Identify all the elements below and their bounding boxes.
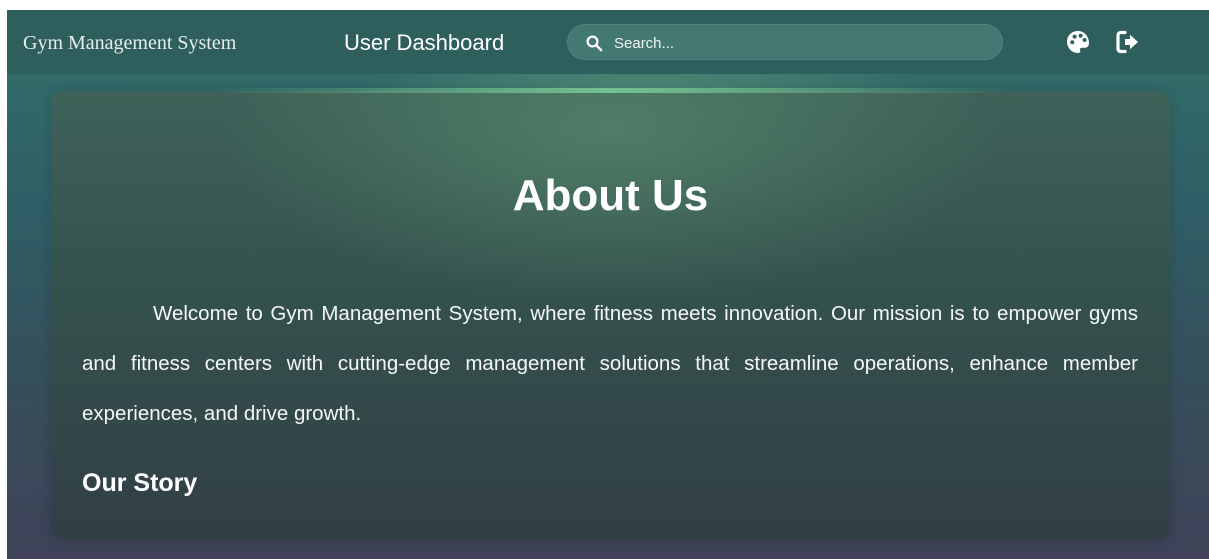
page-title: About Us — [512, 171, 709, 220]
palette-icon[interactable] — [1065, 29, 1091, 55]
search-input[interactable] — [612, 25, 996, 61]
search-icon — [586, 35, 603, 52]
our-story-heading: Our Story — [82, 469, 198, 497]
card-accent-line — [211, 88, 1011, 93]
user-dashboard-link[interactable]: User Dashboard — [344, 30, 504, 56]
page-frame: Gym Management System User Dashboard Abo… — [7, 10, 1209, 559]
about-card: About Us Welcome to Gym Management Syste… — [51, 88, 1170, 540]
search-bar — [567, 24, 1003, 61]
logout-icon[interactable] — [1115, 29, 1141, 55]
top-navbar: Gym Management System User Dashboard — [7, 10, 1209, 74]
intro-paragraph: Welcome to Gym Management System, where … — [82, 302, 1138, 425]
brand-title: Gym Management System — [23, 32, 237, 54]
